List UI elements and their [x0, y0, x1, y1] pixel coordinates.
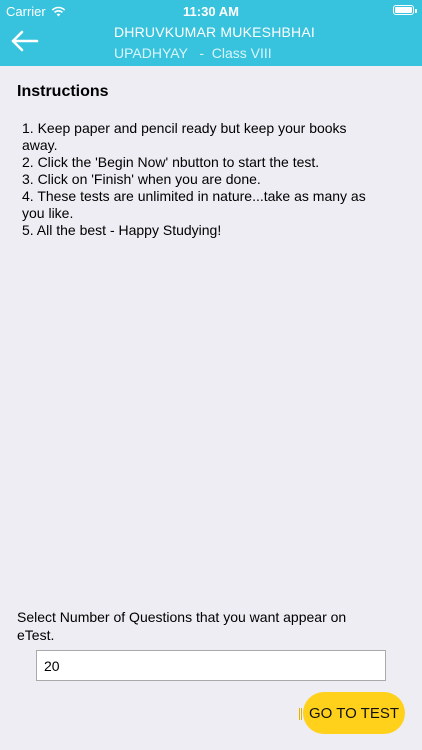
go-to-test-button[interactable]: GO TO TEST: [303, 692, 405, 734]
instruction-item: 1. Keep paper and pencil ready but keep …: [22, 120, 347, 153]
arrow-left-icon: [8, 28, 42, 54]
status-time: 11:30 AM: [183, 4, 239, 19]
question-count-input[interactable]: [36, 650, 386, 681]
instruction-item: 5. All the best - Happy Studying!: [22, 222, 222, 238]
back-button[interactable]: [8, 28, 42, 54]
instruction-item: 4. These tests are unlimited in nature..…: [22, 188, 366, 221]
instruction-item: 2. Click the 'Begin Now' nbutton to star…: [22, 154, 320, 170]
instructions-heading: Instructions: [17, 83, 109, 100]
instruction-item: 3. Click on 'Finish' when you are done.: [22, 171, 261, 187]
battery-icon: [393, 5, 417, 15]
question-count-label: Select Number of Questions that you want…: [17, 609, 347, 643]
student-class: UPADHYAY - Class VIII: [114, 45, 272, 61]
status-bar: Carrier 11:30 AM: [0, 0, 422, 22]
battery-level: [395, 7, 412, 13]
student-name: DHRUVKUMAR MUKESHBHAI: [114, 24, 315, 40]
instructions-list: 1. Keep paper and pencil ready but keep …: [22, 120, 382, 239]
app-header: Carrier 11:30 AM DHRUVKUMAR MUKESHBHAI U…: [0, 0, 422, 66]
